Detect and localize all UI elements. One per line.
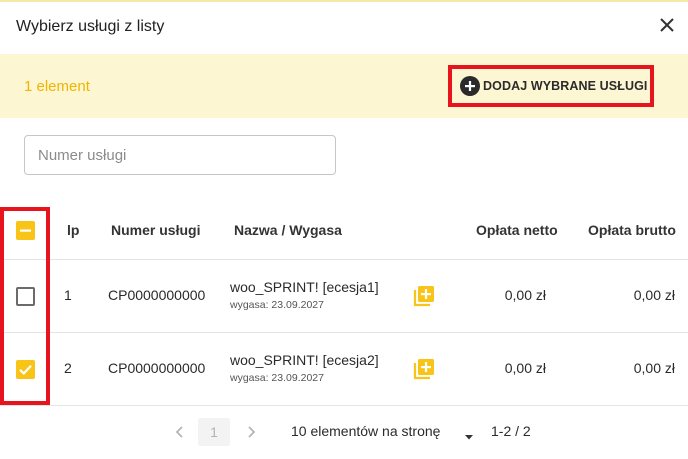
plus-circle-icon bbox=[460, 76, 480, 96]
row-service-name: woo_SPRINT! [ecesja1] bbox=[230, 279, 379, 295]
row-lp: 1 bbox=[64, 287, 72, 303]
column-header-gross: Opłata brutto bbox=[588, 222, 676, 238]
row-service-name: woo_SPRINT! [ecesja2] bbox=[230, 352, 379, 368]
close-button[interactable] bbox=[652, 10, 682, 40]
items-per-page-select[interactable]: 10 elementów na stronę bbox=[291, 423, 440, 439]
row-divider bbox=[0, 405, 688, 406]
row-lp: 2 bbox=[64, 360, 72, 376]
row-net-fee: 0,00 zł bbox=[504, 360, 546, 376]
header-divider bbox=[0, 259, 688, 260]
row-expiry-date: wygasa: 23.09.2027 bbox=[230, 299, 324, 311]
checkbox-column-highlight bbox=[0, 207, 50, 405]
pagination-range: 1-2 / 2 bbox=[491, 423, 531, 439]
previous-page-button[interactable] bbox=[172, 424, 188, 440]
add-to-library-icon[interactable] bbox=[413, 285, 435, 307]
selection-banner: 1 element DODAJ WYBRANE USŁUGI bbox=[0, 54, 688, 118]
add-selected-services-label: DODAJ WYBRANE USŁUGI bbox=[483, 79, 648, 93]
row-gross-fee: 0,00 zł bbox=[633, 287, 675, 303]
row-gross-fee: 0,00 zł bbox=[633, 360, 675, 376]
row-net-fee: 0,00 zł bbox=[504, 287, 546, 303]
chevron-right-icon bbox=[248, 426, 256, 438]
add-selected-services-button[interactable]: DODAJ WYBRANE USŁUGI bbox=[452, 69, 650, 103]
column-header-lp: lp bbox=[67, 222, 80, 238]
current-page[interactable]: 1 bbox=[198, 418, 230, 446]
row-divider bbox=[0, 332, 688, 333]
chevron-left-icon bbox=[175, 426, 183, 438]
next-page-button[interactable] bbox=[243, 424, 259, 440]
selected-count: 1 element bbox=[24, 78, 90, 95]
caret-down-icon[interactable] bbox=[464, 428, 474, 440]
row-service-number: CP0000000000 bbox=[108, 287, 206, 303]
add-to-library-icon[interactable] bbox=[413, 358, 435, 380]
column-header-name: Nazwa / Wygasa bbox=[234, 222, 342, 238]
row-expiry-date: wygasa: 23.09.2027 bbox=[230, 372, 324, 384]
top-accent-strip bbox=[0, 0, 688, 2]
service-number-search-input[interactable] bbox=[24, 135, 336, 175]
column-header-number: Numer usługi bbox=[111, 222, 201, 238]
close-icon bbox=[660, 18, 674, 32]
row-service-number: CP0000000000 bbox=[108, 360, 206, 376]
dialog-title: Wybierz usługi z listy bbox=[16, 18, 165, 35]
column-header-net: Opłata netto bbox=[476, 222, 558, 238]
